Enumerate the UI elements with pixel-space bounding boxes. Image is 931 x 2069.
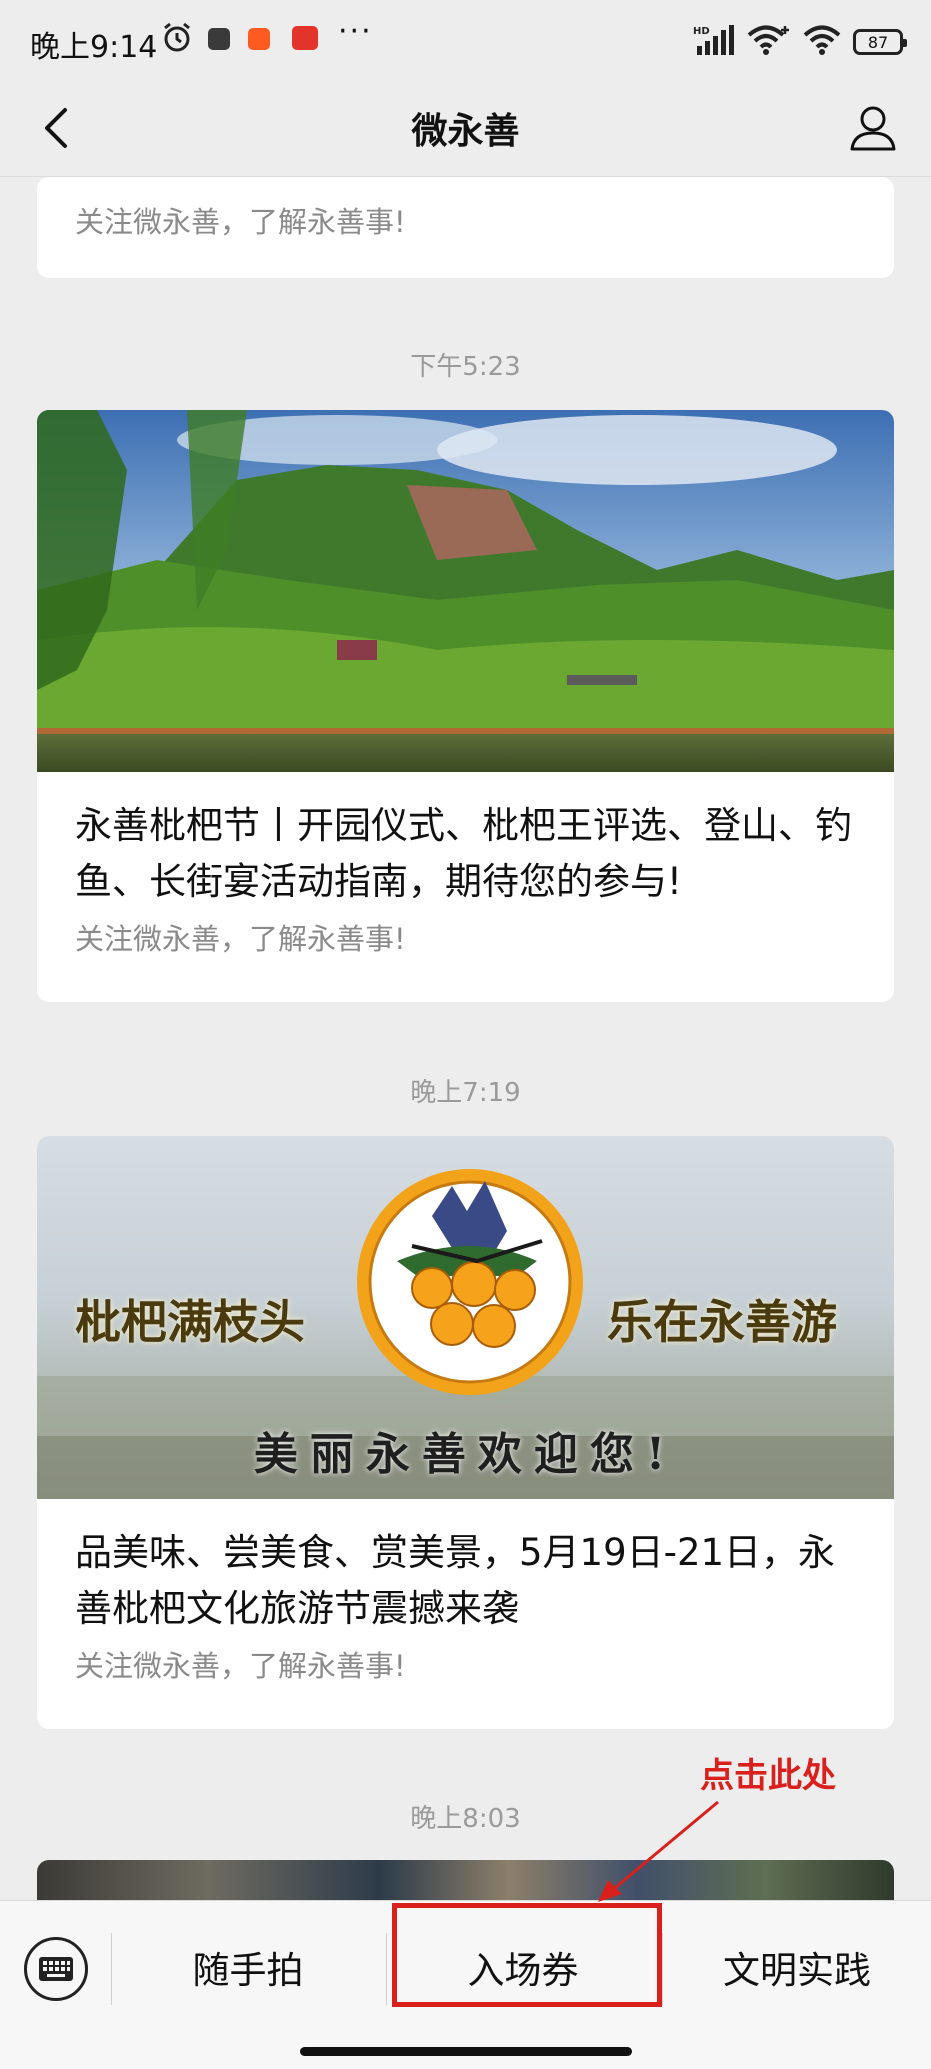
- battery-icon: 87: [853, 29, 907, 55]
- more-notifications-icon: ···: [338, 14, 373, 49]
- banner-text-left: 枇杷满枝头: [75, 1295, 305, 1349]
- article-cover-image: [37, 410, 894, 772]
- nav-bar: 微永善: [0, 80, 931, 177]
- home-indicator[interactable]: [300, 2047, 632, 2056]
- status-time: 晚上9:14: [30, 30, 158, 65]
- signal-icon: HD: [693, 24, 735, 60]
- keyboard-toggle-button[interactable]: [24, 1937, 88, 2001]
- alarm-icon: [160, 20, 194, 58]
- user-icon: [850, 106, 896, 151]
- banner-text-bottom: 美丽永善欢迎您!: [253, 1429, 678, 1480]
- banner-text-right: 乐在永善游: [607, 1295, 837, 1349]
- message-timestamp: 晚上7:19: [410, 1078, 521, 1108]
- wifi-icon: [803, 24, 841, 60]
- article-card-previous[interactable]: 关注微永善，了解永善事!: [37, 177, 894, 278]
- profile-button[interactable]: [843, 98, 903, 158]
- article-title: 永善枇杷节丨开园仪式、枇杷王评选、登山、钓鱼、长街宴活动指南，期待您的参与!: [75, 804, 852, 903]
- article-title: 品美味、尝美食、赏美景，5月19日-21日，永善枇杷文化旅游节震撼来袭: [75, 1531, 836, 1630]
- annotation-arrow-icon: [598, 1800, 719, 1902]
- svg-text:HD: HD: [693, 26, 710, 37]
- article-card-loquat-culture-festival[interactable]: 枇杷满枝头 乐在永善游 美丽永善欢迎您! 品美味、尝美食、赏美景，5月19日-2…: [37, 1136, 894, 1729]
- menu-item-snapshot[interactable]: 随手拍: [112, 1941, 384, 2001]
- article-cover-image: 枇杷满枝头 乐在永善游 美丽永善欢迎您!: [37, 1136, 894, 1499]
- status-bar: 晚上9:14 ··· HD 87: [0, 0, 931, 80]
- taobao-icon: [248, 28, 270, 50]
- annotation-highlight-box: [392, 1903, 662, 2007]
- message-timestamp: 下午5:23: [410, 352, 521, 382]
- article-subtitle: 关注微永善，了解永善事!: [75, 922, 406, 956]
- app-red-icon: [292, 26, 318, 50]
- article-subtitle: 关注微永善，了解永善事!: [75, 205, 406, 239]
- app-notification-icon: [208, 28, 230, 50]
- wifi-plus-icon: [747, 24, 791, 60]
- page-title: 微永善: [411, 111, 520, 152]
- annotation-label: 点击此处: [700, 1756, 836, 1796]
- menu-item-civilization-practice[interactable]: 文明实践: [663, 1941, 931, 2001]
- message-timestamp: 晚上8:03: [410, 1804, 521, 1834]
- article-subtitle: 关注微永善，了解永善事!: [75, 1649, 406, 1683]
- keyboard-icon: [39, 1957, 73, 1981]
- article-card-loquat-festival-guide[interactable]: 永善枇杷节丨开园仪式、枇杷王评选、登山、钓鱼、长街宴活动指南，期待您的参与! 关…: [37, 410, 894, 1002]
